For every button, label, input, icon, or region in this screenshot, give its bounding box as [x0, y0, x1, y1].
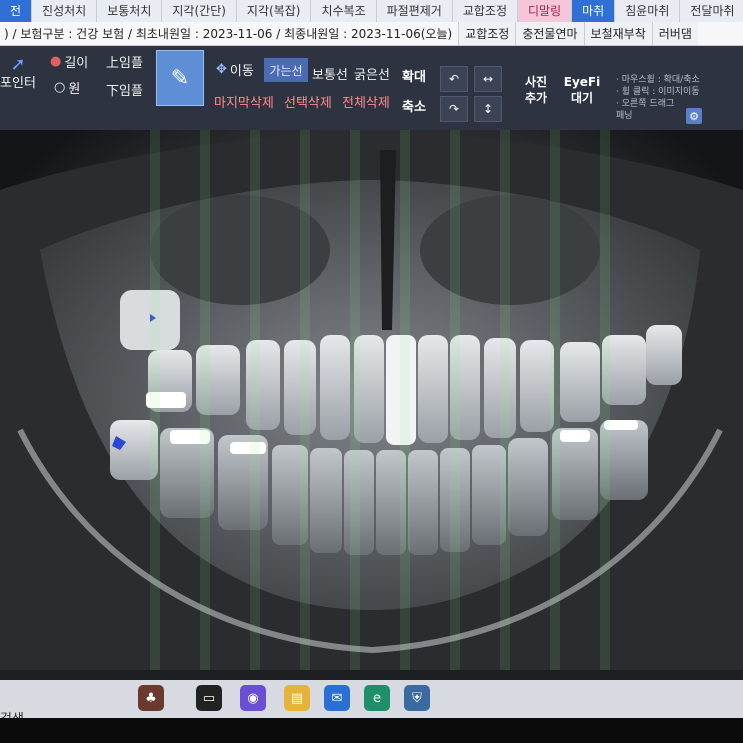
rotate-right-button[interactable]: ↷	[440, 96, 468, 122]
monitor-bezel	[0, 670, 743, 680]
pointer-button[interactable]: 포인터	[0, 72, 36, 91]
procedure-tab[interactable]: 지각(복잡)	[237, 0, 312, 22]
circle-button[interactable]: ○ 원	[54, 78, 80, 97]
lower-impression-button[interactable]: 下임플	[106, 80, 143, 99]
mail-icon[interactable]: ✉	[324, 685, 350, 711]
move-icon: ✥	[216, 62, 227, 77]
delete-all-button[interactable]: 전체삭제	[342, 92, 390, 111]
button-label-line: 대기	[570, 91, 594, 105]
image-toolbar: ➚ 포인터 ● 길이 ○ 원 上임플 下임플 ✎ ✥ 이동 가는선 보통선 굵은선 마…	[0, 46, 743, 130]
circle-icon: ○	[54, 80, 66, 95]
procedure-subtabs: 교합조정 충전물연마 보철재부착 러버댐	[458, 22, 698, 45]
photo-add-button[interactable]: 사진추가	[518, 74, 554, 106]
procedure-tab[interactable]: 교합조정	[453, 0, 518, 22]
procedure-tab[interactable]: 침윤마취	[615, 0, 681, 22]
edge-icon[interactable]: e	[364, 685, 390, 711]
thin-line-button[interactable]: 가는선	[264, 58, 308, 82]
procedure-subtab[interactable]: 보철재부착	[583, 22, 652, 45]
xray-viewer[interactable]	[0, 130, 743, 670]
move-button[interactable]: ✥ 이동	[216, 60, 254, 79]
length-icon: ●	[50, 54, 62, 69]
procedure-subtab[interactable]: 러버댐	[651, 22, 698, 45]
chat-icon[interactable]: ◉	[240, 685, 266, 711]
procedure-tab[interactable]: 보통처치	[97, 0, 163, 22]
zoom-in-button[interactable]: 확대	[402, 66, 426, 85]
folder-icon[interactable]: ▤	[284, 685, 310, 711]
upper-impression-button[interactable]: 上임플	[106, 52, 143, 71]
delete-last-button[interactable]: 마지막삭제	[214, 92, 274, 111]
dental-app-icon[interactable]: ⛨	[404, 685, 430, 711]
normal-line-button[interactable]: 보통선	[312, 64, 348, 83]
panoramic-xray-image	[0, 130, 743, 670]
procedure-subtab[interactable]: 충전물연마	[515, 22, 584, 45]
help-line: · 마우스휠 : 확대/축소	[616, 75, 700, 85]
zoom-out-button[interactable]: 축소	[402, 96, 426, 115]
flip-vertical-button[interactable]: ↕	[474, 96, 502, 122]
procedure-tab[interactable]: 전달마취	[680, 0, 743, 22]
game-icon[interactable]: ♣	[138, 685, 164, 711]
pointer-arrow-icon[interactable]: ➚	[2, 54, 34, 75]
button-label-line: 추가	[524, 91, 548, 105]
button-label-line: EyeFi	[563, 75, 601, 89]
thick-line-button[interactable]: 굵은선	[354, 64, 390, 83]
procedure-tab[interactable]: 진성처치	[32, 0, 98, 22]
patient-info-text: ) / 보험구분 : 건강 보험 / 최초내원일 : 2023-11-06 / …	[4, 27, 453, 41]
procedure-tab-strip: 전 진성처치 보통처치 지각(간단) 지각(복잡) 치수복조 파절편제거 교합조정 디말링 마취 침…	[0, 0, 743, 22]
procedure-tab[interactable]: 디말링	[518, 0, 573, 22]
brush-icon: ✎	[170, 65, 190, 91]
procedure-tab[interactable]: 전	[0, 0, 33, 22]
rotate-left-icon: ↶	[448, 72, 460, 86]
button-label-line: 사진	[524, 75, 548, 89]
patient-info-row: ) / 보험구분 : 건강 보험 / 최초내원일 : 2023-11-06 / …	[0, 22, 743, 46]
settings-button[interactable]: ⚙	[686, 108, 702, 124]
help-line: · 휠 클릭 : 이미지이동	[616, 87, 700, 97]
gear-icon: ⚙	[689, 109, 699, 123]
eyefi-button[interactable]: EyeFi 대기	[562, 74, 602, 106]
desk	[0, 718, 743, 743]
flip-horizontal-button[interactable]: ↔	[474, 66, 502, 92]
rotate-right-icon: ↷	[448, 102, 460, 116]
procedure-tab[interactable]: 치수복조	[311, 0, 377, 22]
procedure-tab[interactable]: 마취	[572, 0, 616, 22]
length-button[interactable]: ● 길이	[50, 52, 88, 71]
brush-button[interactable]: ✎	[156, 50, 204, 106]
screen: 전 진성처치 보통처치 지각(간단) 지각(복잡) 치수복조 파절편제거 교합조정 디말링 마취 침…	[0, 0, 743, 743]
procedure-subtab[interactable]: 교합조정	[458, 22, 516, 45]
procedure-tab[interactable]: 파절편제거	[377, 0, 453, 22]
delete-selected-button[interactable]: 선택삭제	[284, 92, 332, 111]
procedure-tab[interactable]: 지각(간단)	[162, 0, 237, 22]
taskview-icon[interactable]: ▭	[196, 685, 222, 711]
flip-horizontal-icon: ↔	[482, 72, 494, 86]
rotate-left-button[interactable]: ↶	[440, 66, 468, 92]
flip-vertical-icon: ↕	[482, 102, 494, 116]
